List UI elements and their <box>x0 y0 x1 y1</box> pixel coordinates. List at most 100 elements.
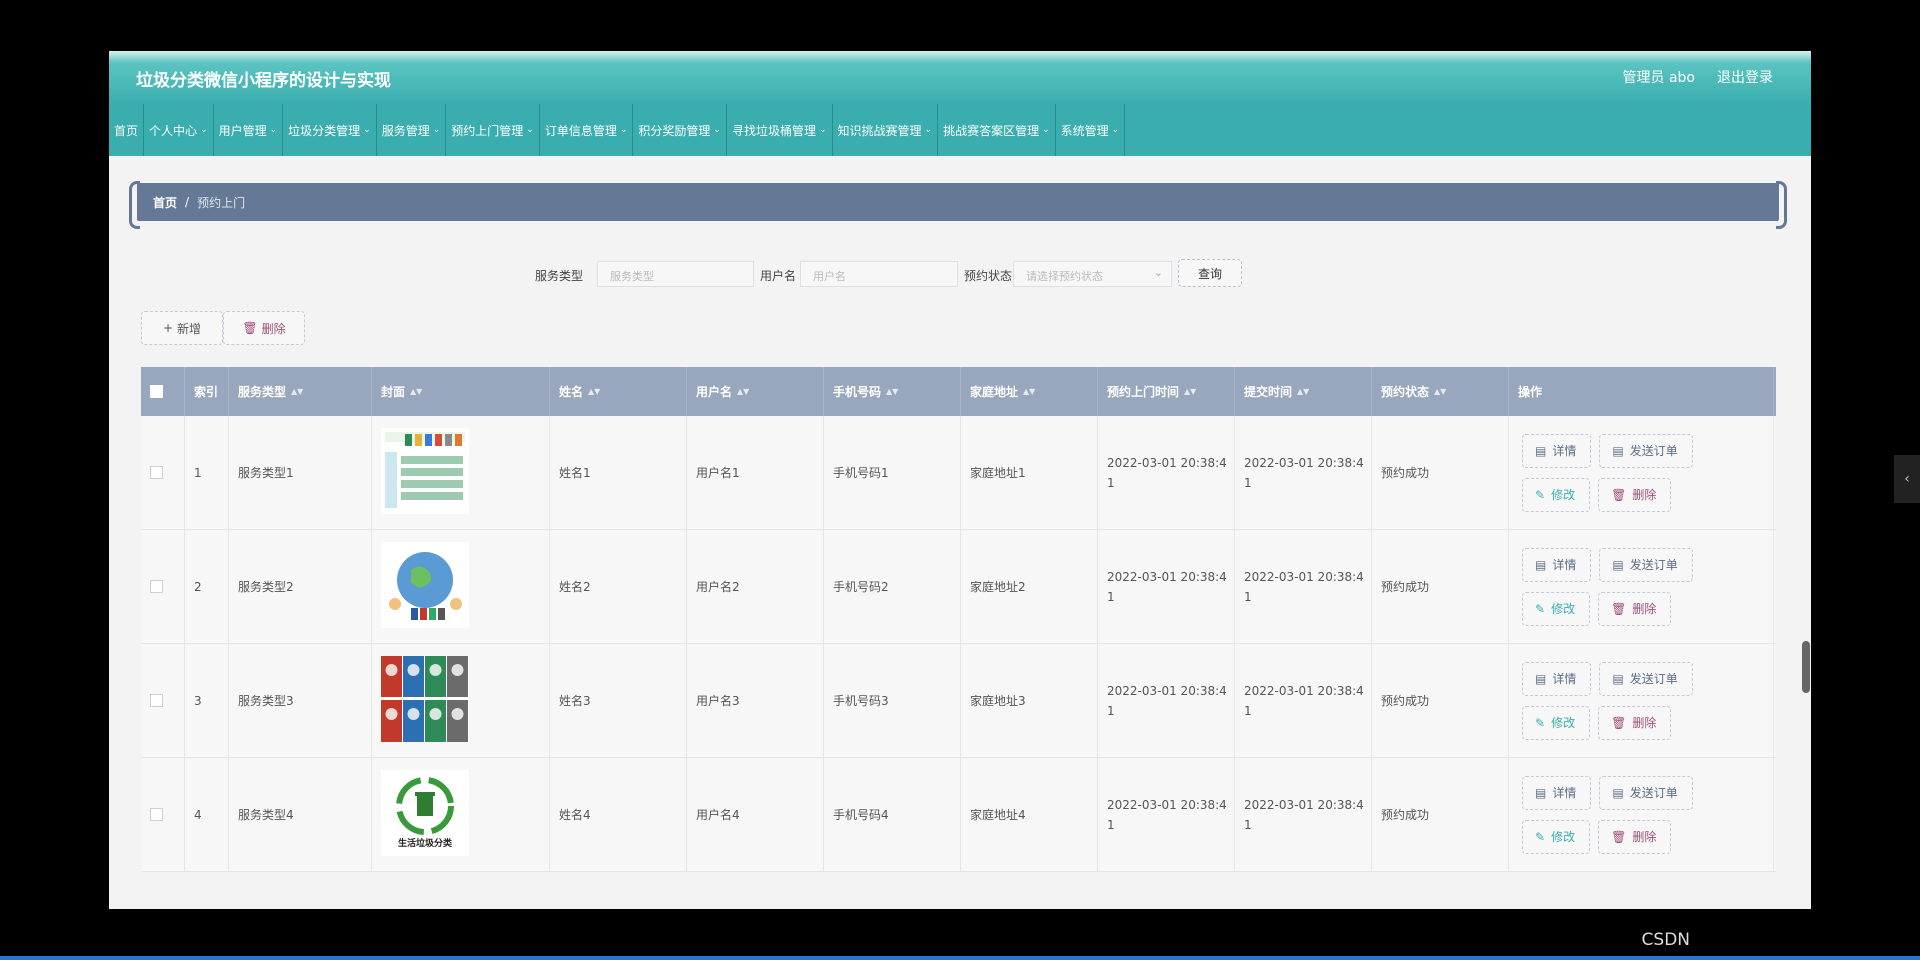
sort-icon[interactable]: ▲▼ <box>1434 387 1446 396</box>
column-header-label: 预约状态 <box>1381 385 1430 399</box>
nav-item[interactable]: 挑战赛答案区管理 ⌄ <box>938 104 1056 156</box>
nav-item-label: 用户管理 <box>218 123 267 138</box>
edit-button[interactable]: ✎ 修改 <box>1522 705 1591 740</box>
row-checkbox[interactable] <box>150 466 163 479</box>
nav-item[interactable]: 垃圾分类管理 ⌄ <box>283 104 377 156</box>
row-checkbox[interactable] <box>150 580 163 593</box>
send-button[interactable]: ▤ 发送订单 <box>1599 661 1693 696</box>
column-header-label: 预约上门时间 <box>1107 385 1180 399</box>
chevron-down-icon: ⌄ <box>200 125 208 135</box>
service-cell: 服务类型3 <box>229 644 372 757</box>
trash-icon: 🗑 <box>1611 715 1627 730</box>
delete-button[interactable]: 🗑 删除 <box>1598 477 1672 512</box>
table-row: 3 服务类型3 姓名3 用户名3 手机号码3 家庭地址3 2022-03-01 20:38:… <box>141 644 1776 758</box>
send-button[interactable]: ▤ 发送订单 <box>1599 433 1693 468</box>
visit-value: 2022-03-01 20:38:41 <box>1107 797 1227 832</box>
address-value: 家庭地址4 <box>970 808 1026 822</box>
sort-icon[interactable]: ▲▼ <box>886 387 898 396</box>
nav-item[interactable]: 个人中心 ⌄ <box>144 104 214 156</box>
chevron-down-icon: ⌄ <box>924 125 933 135</box>
document-icon: ▤ <box>1535 557 1547 572</box>
service-cell: 服务类型4 <box>229 758 372 871</box>
app-window: 垃圾分类微信小程序的设计与实现 管理员 abo 退出登录 首页 个人中心 ⌄ 用户管理… <box>109 51 1811 909</box>
breadcrumb-home[interactable]: 首页 <box>153 194 177 211</box>
service-cell: 服务类型1 <box>229 416 372 529</box>
nav-item[interactable]: 订单信息管理 ⌄ <box>540 104 634 156</box>
sort-icon[interactable]: ▲▼ <box>1297 387 1309 396</box>
delete-label: 删除 <box>1632 488 1657 502</box>
actions-cell: ▤ 详情 ▤ 发送订单 ✎ 修改 🗑 删除 <box>1509 644 1774 757</box>
sort-icon[interactable]: ▲▼ <box>588 387 600 396</box>
checkbox-icon <box>150 385 163 398</box>
pencil-icon: ✎ <box>1535 715 1546 730</box>
user-value: 用户名1 <box>696 466 740 480</box>
sort-icon[interactable]: ▲▼ <box>737 387 749 396</box>
row-checkbox[interactable] <box>150 808 163 821</box>
pencil-icon: ✎ <box>1535 829 1546 844</box>
column-header: 预约上门时间 ▲▼ <box>1098 367 1235 416</box>
select-all-checkbox[interactable] <box>141 367 185 416</box>
breadcrumb-container: 首页 / 预约上门 <box>129 181 1787 229</box>
send-button[interactable]: ▤ 发送订单 <box>1599 547 1693 582</box>
status-select[interactable]: 请选择预约状态 ⌄ <box>1013 261 1172 287</box>
send-button[interactable]: ▤ 发送订单 <box>1599 775 1693 810</box>
logout-link[interactable]: 退出登录 <box>1717 67 1773 87</box>
nav-item[interactable]: 服务管理 ⌄ <box>377 104 447 156</box>
column-header-label: 用户名 <box>696 385 733 399</box>
detail-button[interactable]: ▤ 详情 <box>1522 433 1592 468</box>
trash-icon: 🗑 <box>1611 487 1627 502</box>
detail-button[interactable]: ▤ 详情 <box>1522 661 1592 696</box>
name-value: 姓名2 <box>559 580 591 594</box>
phone-cell: 手机号码4 <box>824 758 961 871</box>
scrollbar-thumb[interactable] <box>1802 641 1810 693</box>
pencil-icon: ✎ <box>1535 601 1546 616</box>
admin-user-label: 管理员 abo <box>1622 70 1695 86</box>
nav-item[interactable]: 预约上门管理 ⌄ <box>446 104 540 156</box>
username-input[interactable]: 用户名 <box>800 261 958 287</box>
edit-button[interactable]: ✎ 修改 <box>1522 477 1591 512</box>
delete-button[interactable]: 🗑 删除 <box>1598 591 1672 626</box>
service-type-input[interactable]: 服务类型 <box>597 261 754 287</box>
sort-icon[interactable]: ▲▼ <box>291 387 303 396</box>
video-progress-bar <box>0 956 1920 960</box>
status-cell: 预约成功 <box>1372 644 1509 757</box>
sort-icon[interactable]: ▲▼ <box>410 387 422 396</box>
submit-value: 2022-03-01 20:38:41 <box>1244 683 1364 718</box>
service-type-label: 服务类型 <box>535 269 584 283</box>
row-checkbox-cell <box>141 416 185 529</box>
name-value: 姓名4 <box>559 808 591 822</box>
delete-button[interactable]: 🗑 删除 <box>223 311 305 345</box>
main-nav: 首页 个人中心 ⌄ 用户管理 ⌄ 垃圾分类管理 ⌄ 服务管理 ⌄ 预约上门管理 ⌄ 订单信息管理 ⌄ 积分… <box>109 104 1811 156</box>
header: 垃圾分类微信小程序的设计与实现 管理员 abo 退出登录 <box>109 51 1811 104</box>
detail-button[interactable]: ▤ 详情 <box>1522 775 1592 810</box>
row-checkbox-cell <box>141 530 185 643</box>
detail-button[interactable]: ▤ 详情 <box>1522 547 1592 582</box>
nav-item[interactable]: 用户管理 ⌄ <box>214 104 284 156</box>
sort-icon[interactable]: ▲▼ <box>1023 387 1035 396</box>
nav-item[interactable]: 寻找垃圾桶管理 ⌄ <box>727 104 833 156</box>
add-button[interactable]: + 新增 <box>141 311 223 345</box>
cover-cell <box>372 416 550 529</box>
nav-item[interactable]: 系统管理 ⌄ <box>1056 104 1126 156</box>
actions-cell: ▤ 详情 ▤ 发送订单 ✎ 修改 🗑 删除 <box>1509 416 1774 529</box>
service-value: 服务类型4 <box>238 808 294 822</box>
nav-item[interactable]: 积分奖励管理 ⌄ <box>633 104 727 156</box>
delete-button[interactable]: 🗑 删除 <box>1598 819 1672 854</box>
edit-button[interactable]: ✎ 修改 <box>1522 591 1591 626</box>
query-button[interactable]: 查询 <box>1178 259 1242 287</box>
nav-item[interactable]: 首页 <box>109 104 145 156</box>
address-cell: 家庭地址3 <box>961 644 1098 757</box>
user-value: 用户名3 <box>696 694 740 708</box>
row-checkbox-cell <box>141 758 185 871</box>
column-header: 手机号码 ▲▼ <box>824 367 961 416</box>
sort-icon[interactable]: ▲▼ <box>1184 387 1196 396</box>
column-header-label: 操作 <box>1518 385 1543 399</box>
delete-button[interactable]: 🗑 删除 <box>1598 705 1672 740</box>
chevron-left-icon[interactable]: ‹ <box>1894 455 1920 503</box>
edit-button[interactable]: ✎ 修改 <box>1522 819 1591 854</box>
row-checkbox[interactable] <box>150 694 163 707</box>
nav-item-label: 首页 <box>114 123 139 138</box>
submit-value: 2022-03-01 20:38:41 <box>1244 797 1364 832</box>
chevron-down-icon: ⌄ <box>1111 125 1120 135</box>
nav-item[interactable]: 知识挑战赛管理 ⌄ <box>833 104 939 156</box>
